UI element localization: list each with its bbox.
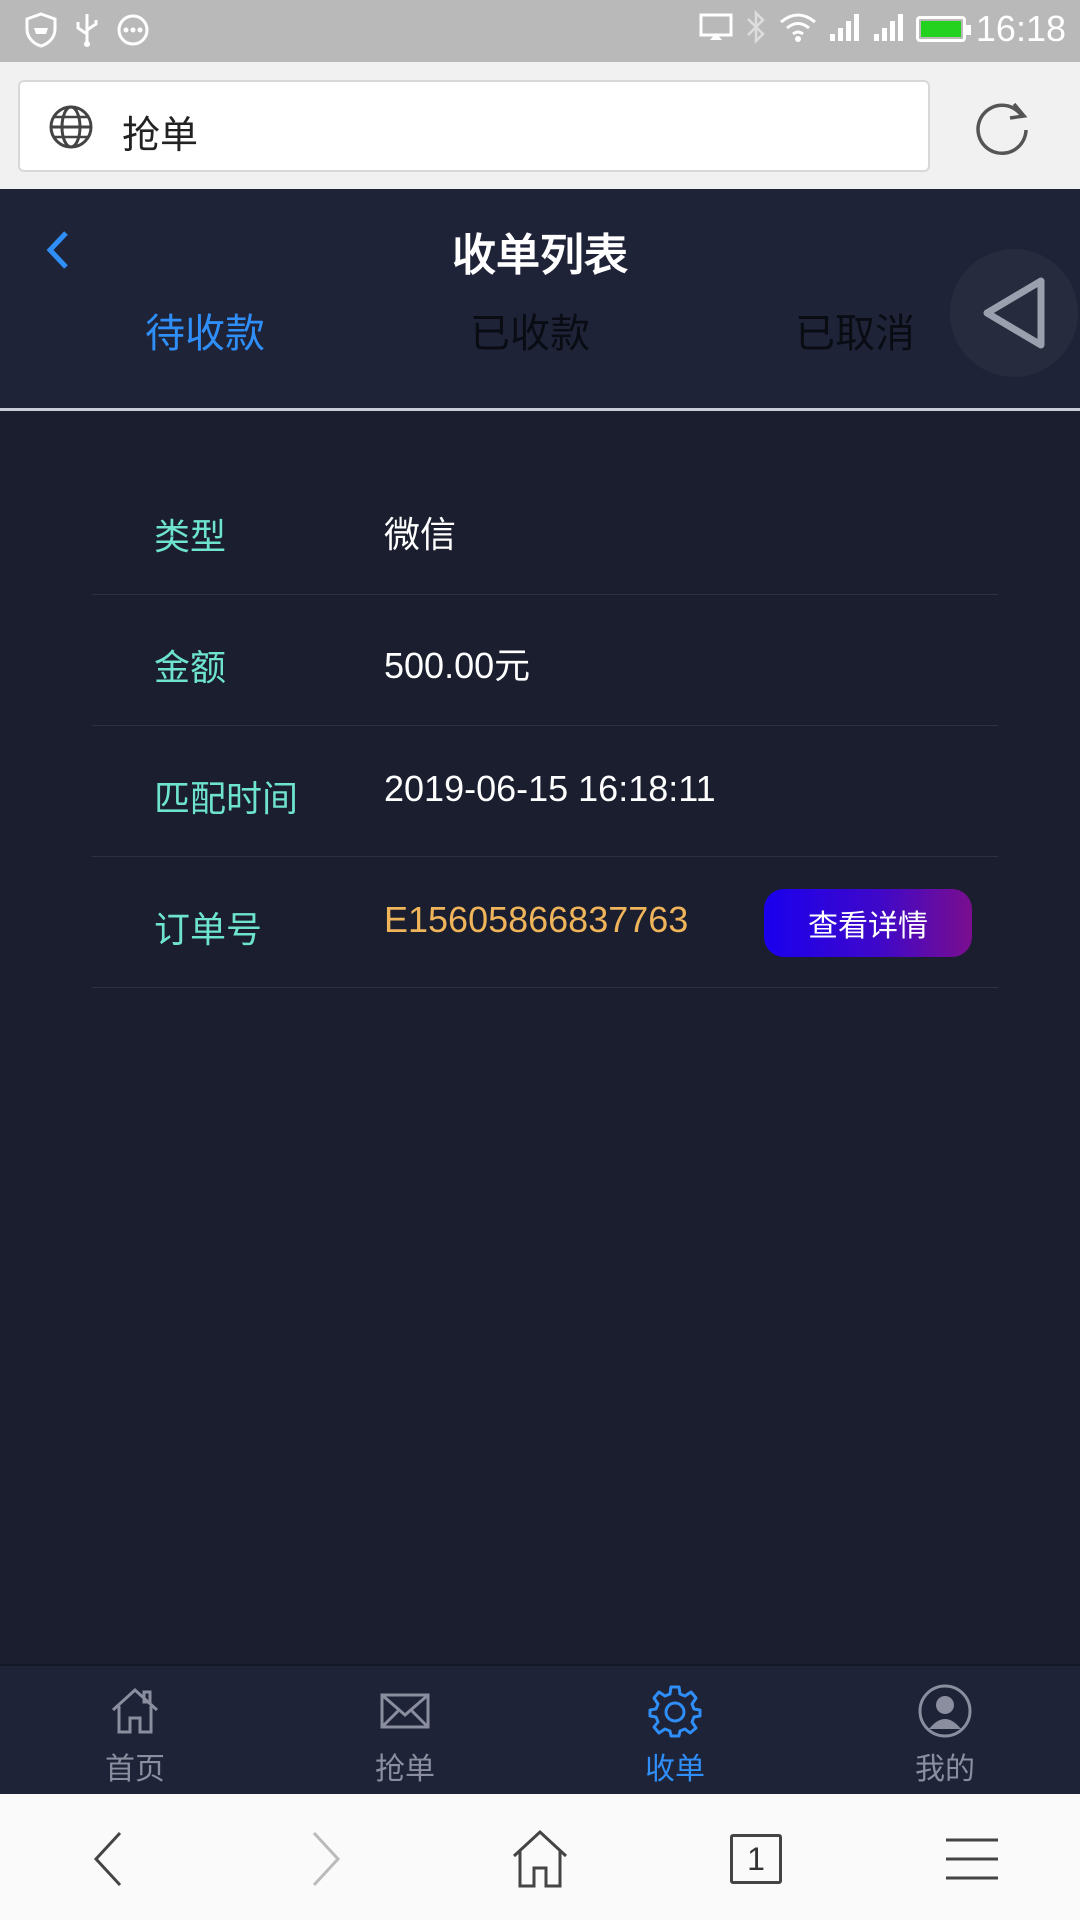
row-label: 金额 bbox=[154, 648, 227, 689]
status-bar: 16:18 bbox=[0, 0, 1080, 62]
user-icon bbox=[875, 1682, 1015, 1740]
browser-toolbar: 1 bbox=[0, 1794, 1080, 1920]
clock: 16:18 bbox=[975, 8, 1066, 49]
nav-label: 收单 bbox=[645, 1752, 705, 1787]
url-field[interactable]: 抢单 bbox=[18, 80, 930, 172]
row-value: 500.00元 bbox=[384, 645, 531, 686]
nav-label: 我的 bbox=[915, 1752, 975, 1787]
nav-grab-order[interactable]: 抢单 bbox=[335, 1682, 475, 1788]
nav-label: 抢单 bbox=[375, 1752, 435, 1787]
wifi-icon bbox=[778, 11, 818, 47]
view-details-button[interactable]: 查看详情 bbox=[764, 889, 972, 957]
home-icon bbox=[65, 1682, 205, 1740]
gear-icon bbox=[605, 1682, 745, 1740]
tab-count: 1 bbox=[730, 1834, 782, 1884]
floating-back-button[interactable] bbox=[950, 249, 1078, 377]
order-row-match-time: 匹配时间 2019-06-15 16:18:11 bbox=[92, 726, 998, 857]
nav-label: 首页 bbox=[105, 1752, 165, 1787]
order-row-order-number: 订单号 E15605866837763 查看详情 bbox=[92, 857, 998, 988]
browser-home-icon[interactable] bbox=[500, 1824, 580, 1894]
browser-forward-icon[interactable] bbox=[286, 1824, 366, 1894]
row-label: 订单号 bbox=[154, 910, 263, 951]
order-number: E15605866837763 bbox=[384, 899, 689, 940]
globe-icon bbox=[48, 104, 94, 154]
reload-icon[interactable] bbox=[972, 96, 1034, 162]
browser-address-bar: 抢单 bbox=[0, 62, 1080, 189]
bluetooth-icon bbox=[744, 9, 768, 48]
row-value: 2019-06-15 16:18:11 bbox=[384, 768, 716, 809]
signal-icon bbox=[828, 12, 862, 46]
nav-home[interactable]: 首页 bbox=[65, 1682, 205, 1788]
nav-mine[interactable]: 我的 bbox=[875, 1682, 1015, 1788]
header-divider bbox=[0, 408, 1080, 411]
order-row-type: 类型 微信 bbox=[92, 464, 998, 595]
shield-icon bbox=[24, 12, 58, 52]
bottom-nav: 首页 抢单 收单 我的 bbox=[0, 1664, 1080, 1794]
row-value: 微信 bbox=[384, 514, 457, 555]
browser-tabs-button[interactable]: 1 bbox=[716, 1824, 796, 1894]
more-icon bbox=[116, 13, 150, 51]
tab-bar: 待收款 已收款 已取消 bbox=[0, 301, 1080, 381]
nav-collect-order[interactable]: 收单 bbox=[605, 1682, 745, 1788]
battery-icon bbox=[915, 16, 971, 42]
url-text: 抢单 bbox=[122, 113, 199, 157]
order-row-amount: 金额 500.00元 bbox=[92, 595, 998, 726]
browser-back-icon[interactable] bbox=[68, 1824, 148, 1894]
tab-cancelled[interactable]: 已取消 bbox=[795, 301, 915, 359]
row-label: 匹配时间 bbox=[154, 779, 299, 820]
tab-pending[interactable]: 待收款 bbox=[145, 301, 265, 359]
row-label: 类型 bbox=[154, 517, 227, 558]
page-title: 收单列表 bbox=[452, 230, 628, 281]
usb-icon bbox=[72, 12, 102, 52]
tab-received[interactable]: 已收款 bbox=[470, 301, 590, 359]
app-header: 收单列表 待收款 已收款 已取消 bbox=[0, 189, 1080, 409]
mail-icon bbox=[335, 1682, 475, 1740]
browser-menu-icon[interactable] bbox=[932, 1824, 1012, 1894]
cast-icon bbox=[698, 12, 734, 46]
triangle-left-icon bbox=[983, 277, 1045, 349]
signal-icon bbox=[872, 12, 906, 46]
